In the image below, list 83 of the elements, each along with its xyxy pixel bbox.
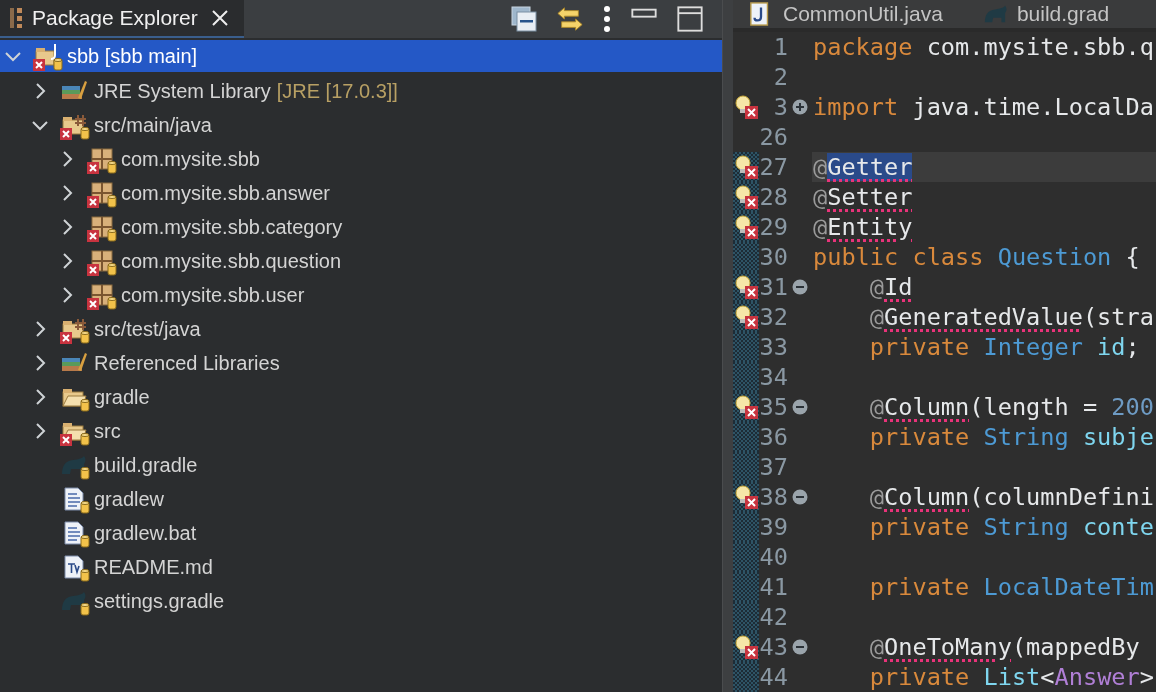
collapse-all-icon[interactable] bbox=[510, 5, 538, 33]
line-number: 32 bbox=[759, 303, 788, 331]
tree-item[interactable]: src bbox=[94, 419, 121, 443]
collapse-icon[interactable] bbox=[792, 639, 808, 655]
code-line: import java.time.LocalDa bbox=[813, 93, 1154, 121]
line-number: 34 bbox=[759, 363, 788, 391]
code-line: @Id bbox=[868, 273, 913, 301]
chevron-right-icon[interactable] bbox=[33, 422, 47, 440]
chevron-right-icon[interactable] bbox=[33, 82, 47, 100]
line-number: 37 bbox=[759, 453, 788, 481]
tree-item[interactable]: com.mysite.sbb.question bbox=[121, 249, 342, 273]
chevron-down-icon[interactable] bbox=[4, 49, 22, 63]
chevron-right-icon[interactable] bbox=[60, 218, 74, 236]
line-number: 30 bbox=[759, 243, 788, 271]
collapse-icon[interactable] bbox=[792, 399, 808, 415]
close-icon[interactable] bbox=[209, 8, 230, 28]
tree-item[interactable]: README.md bbox=[94, 555, 213, 579]
code-line: @OneToMany(mappedBy bbox=[868, 633, 1140, 661]
line-number: 3 bbox=[772, 93, 788, 121]
line-number: 26 bbox=[759, 123, 788, 151]
tree-item[interactable]: build.gradle bbox=[94, 453, 198, 477]
code-line: private LocalDateTim bbox=[868, 573, 1154, 601]
chevron-right-icon[interactable] bbox=[60, 184, 74, 202]
tree-item[interactable]: gradlew bbox=[94, 487, 165, 511]
line-number: 31 bbox=[759, 273, 788, 301]
tree-item[interactable]: com.mysite.sbb bbox=[121, 147, 260, 171]
line-number: 44 bbox=[759, 663, 788, 691]
line-number: 2 bbox=[772, 63, 788, 91]
line-number: 33 bbox=[759, 333, 788, 361]
code-line: package com.mysite.sbb.q bbox=[813, 33, 1154, 61]
chevron-right-icon[interactable] bbox=[33, 388, 47, 406]
expand-icon[interactable] bbox=[792, 99, 808, 115]
code-line: @GeneratedValue(stra bbox=[868, 303, 1154, 331]
line-number: 42 bbox=[759, 603, 788, 631]
line-number: 35 bbox=[759, 393, 788, 421]
line-number: 41 bbox=[759, 573, 788, 601]
line-number: 40 bbox=[759, 543, 788, 571]
chevron-right-icon[interactable] bbox=[60, 150, 74, 168]
code-line: @Setter bbox=[813, 183, 913, 211]
code-line: private Integer id; bbox=[868, 333, 1140, 361]
item-decoration: [JRE [17.0.3]] bbox=[276, 79, 398, 103]
collapse-icon[interactable] bbox=[792, 489, 808, 505]
code-line: private List<Answer> bbox=[868, 663, 1154, 691]
code-line: @Entity bbox=[813, 213, 913, 241]
line-number: 39 bbox=[759, 513, 788, 541]
chevron-down-icon[interactable] bbox=[31, 118, 49, 132]
editor-tab[interactable]: build.grad bbox=[982, 1, 1110, 27]
code-line: private String conte bbox=[868, 513, 1154, 541]
tree-item[interactable]: src/main/java bbox=[94, 113, 212, 137]
chevron-right-icon[interactable] bbox=[60, 252, 74, 270]
maximize-icon[interactable] bbox=[676, 5, 704, 33]
tree-item[interactable]: JRE System Library bbox=[94, 79, 271, 103]
error-lightbulb-icon[interactable] bbox=[734, 94, 759, 120]
tree-item[interactable]: gradlew.bat bbox=[94, 521, 197, 545]
tree-item[interactable]: settings.gradle bbox=[94, 589, 225, 613]
line-number: 28 bbox=[759, 183, 788, 211]
tree-item[interactable]: com.mysite.sbb.user bbox=[121, 283, 305, 307]
line-number: 27 bbox=[759, 153, 788, 181]
tree-item[interactable]: sbb [sbb main] bbox=[67, 44, 198, 68]
tree-item[interactable]: src/test/java bbox=[94, 317, 201, 341]
editor-tab[interactable]: CommonUtil.java bbox=[749, 1, 943, 27]
code-line: @Column(columnDefini bbox=[868, 483, 1154, 511]
line-number: 36 bbox=[759, 423, 788, 451]
chevron-right-icon[interactable] bbox=[33, 320, 47, 338]
two-way-arrows-icon[interactable] bbox=[556, 5, 584, 33]
code-line: private String subje bbox=[868, 423, 1154, 451]
tree-item[interactable]: Referenced Libraries bbox=[94, 351, 280, 375]
line-number: 29 bbox=[759, 213, 788, 241]
tree-item[interactable]: com.mysite.sbb.answer bbox=[121, 181, 330, 205]
code-line: @Getter bbox=[813, 153, 913, 181]
code-line: @Column(length = 200 bbox=[868, 393, 1154, 421]
line-number: 43 bbox=[759, 633, 788, 661]
code-line: public class Question { bbox=[813, 243, 1140, 271]
chevron-right-icon[interactable] bbox=[33, 354, 47, 372]
tree-item[interactable]: gradle bbox=[94, 385, 150, 409]
collapse-icon[interactable] bbox=[792, 279, 808, 295]
line-number: 38 bbox=[759, 483, 788, 511]
chevron-right-icon[interactable] bbox=[60, 286, 74, 304]
view-menu-icon[interactable] bbox=[602, 5, 612, 33]
view-tab[interactable]: Package Explorer bbox=[0, 0, 244, 38]
package-explorer-icon bbox=[8, 6, 24, 30]
line-number: 1 bbox=[772, 33, 788, 61]
tree-item[interactable]: com.mysite.sbb.category bbox=[121, 215, 343, 239]
